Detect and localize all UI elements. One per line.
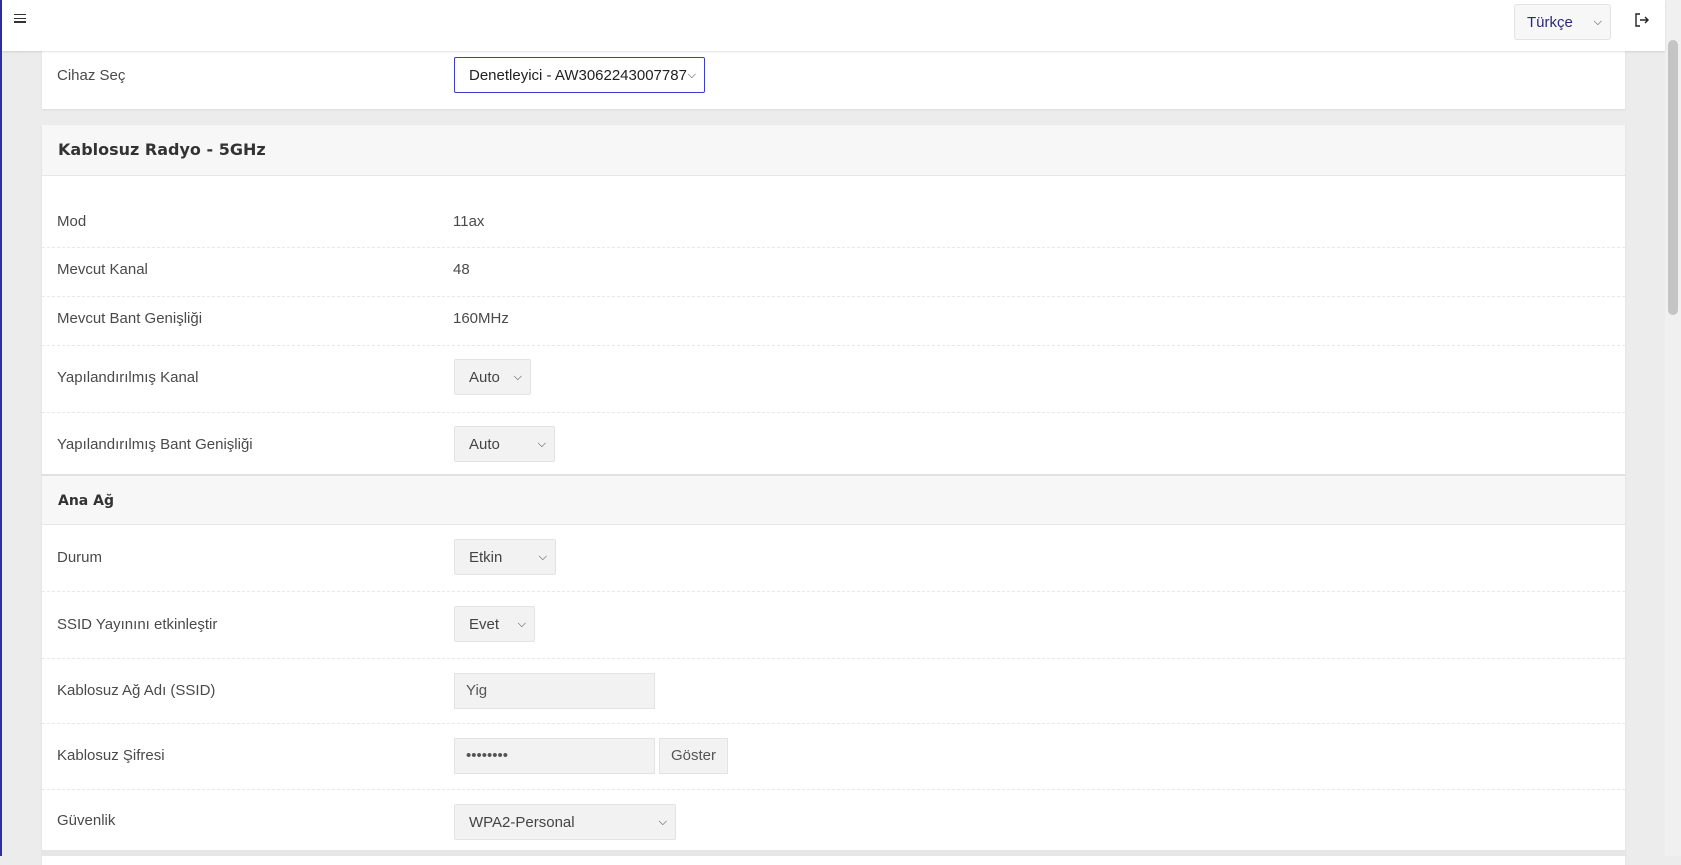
ssid-broadcast-select[interactable]: Evet ⌵: [454, 606, 535, 642]
language-select[interactable]: Türkçe ⌵: [1514, 4, 1611, 40]
security-select[interactable]: WPA2-Personal ⌵: [454, 804, 676, 840]
mode-label: Mod: [57, 213, 87, 230]
scrollbar-thumb[interactable]: [1668, 40, 1678, 315]
security-row: Güvenlik WPA2-Personal ⌵: [42, 790, 1625, 850]
current-bandwidth-row: Mevcut Bant Genişliği 160MHz: [42, 297, 1625, 346]
configured-bandwidth-label: Yapılandırılmış Bant Genişliği: [57, 436, 253, 453]
device-select[interactable]: Denetleyici - AW3062243007787 ⌵: [454, 57, 705, 93]
status-label: Durum: [57, 549, 103, 566]
wireless-settings-card: Kablosuz Radyo - 5GHz Mod 11ax Mevcut Ka…: [42, 125, 1625, 865]
chevron-down-icon: ⌵: [513, 370, 522, 383]
status-value: Etkin: [469, 548, 503, 566]
radio-section-title: Kablosuz Radyo - 5GHz: [42, 125, 1625, 176]
hamburger-menu-icon[interactable]: [14, 14, 26, 26]
chevron-down-icon: ⌵: [1593, 15, 1602, 28]
configured-channel-select[interactable]: Auto ⌵: [454, 359, 531, 395]
password-row: Kablosuz Şifresi •••••••• Göster: [42, 724, 1625, 790]
current-channel-value: 48: [453, 261, 470, 278]
device-label: Cihaz Seç: [57, 67, 126, 84]
password-label: Kablosuz Şifresi: [57, 747, 165, 764]
status-select[interactable]: Etkin ⌵: [454, 539, 556, 575]
configured-channel-value: Auto: [469, 368, 500, 386]
section-divider: [42, 850, 1625, 856]
configured-channel-row: Yapılandırılmış Kanal Auto ⌵: [42, 346, 1625, 413]
page-scrollbar[interactable]: [1665, 0, 1681, 856]
configured-channel-label: Yapılandırılmış Kanal: [57, 369, 199, 386]
configured-bandwidth-row: Yapılandırılmış Bant Genişliği Auto ⌵: [42, 413, 1625, 474]
status-row: Durum Etkin ⌵: [42, 525, 1625, 592]
security-label: Güvenlik: [57, 812, 116, 829]
ssid-input[interactable]: Yig: [454, 673, 655, 709]
chevron-down-icon: ⌵: [538, 550, 547, 563]
top-bar: Türkçe ⌵: [2, 0, 1665, 51]
current-channel-row: Mevcut Kanal 48: [42, 248, 1625, 297]
mode-value: 11ax: [453, 213, 485, 230]
password-input[interactable]: ••••••••: [454, 738, 655, 774]
ssid-broadcast-value: Evet: [469, 615, 500, 633]
window-left-edge: [0, 0, 2, 856]
security-value: WPA2-Personal: [469, 813, 575, 831]
chevron-down-icon: ⌵: [537, 437, 546, 450]
main-network-section-title: Ana Ağ: [42, 474, 1625, 525]
logout-icon[interactable]: [1634, 12, 1650, 28]
ssid-broadcast-label: SSID Yayınını etkinleştir: [57, 616, 218, 633]
configured-bandwidth-select[interactable]: Auto ⌵: [454, 426, 555, 462]
ssid-row: Kablosuz Ağ Adı (SSID) Yig: [42, 659, 1625, 724]
configured-bandwidth-value: Auto: [469, 435, 500, 453]
device-select-value: Denetleyici - AW3062243007787: [469, 66, 687, 84]
chevron-down-icon: ⌵: [517, 617, 526, 630]
chevron-down-icon: ⌵: [658, 815, 667, 828]
language-select-value: Türkçe: [1527, 13, 1573, 31]
current-channel-label: Mevcut Kanal: [57, 261, 148, 278]
current-bandwidth-label: Mevcut Bant Genişliği: [57, 310, 203, 327]
mode-row: Mod 11ax: [42, 176, 1625, 248]
device-row: Cihaz Seç Denetleyici - AW3062243007787 …: [42, 51, 1625, 109]
ssid-label: Kablosuz Ağ Adı (SSID): [57, 682, 216, 699]
show-password-button[interactable]: Göster: [659, 738, 728, 774]
ssid-broadcast-row: SSID Yayınını etkinleştir Evet ⌵: [42, 592, 1625, 659]
device-select-card: Cihaz Seç Denetleyici - AW3062243007787 …: [42, 51, 1625, 109]
current-bandwidth-value: 160MHz: [453, 310, 509, 327]
chevron-down-icon: ⌵: [687, 68, 696, 81]
